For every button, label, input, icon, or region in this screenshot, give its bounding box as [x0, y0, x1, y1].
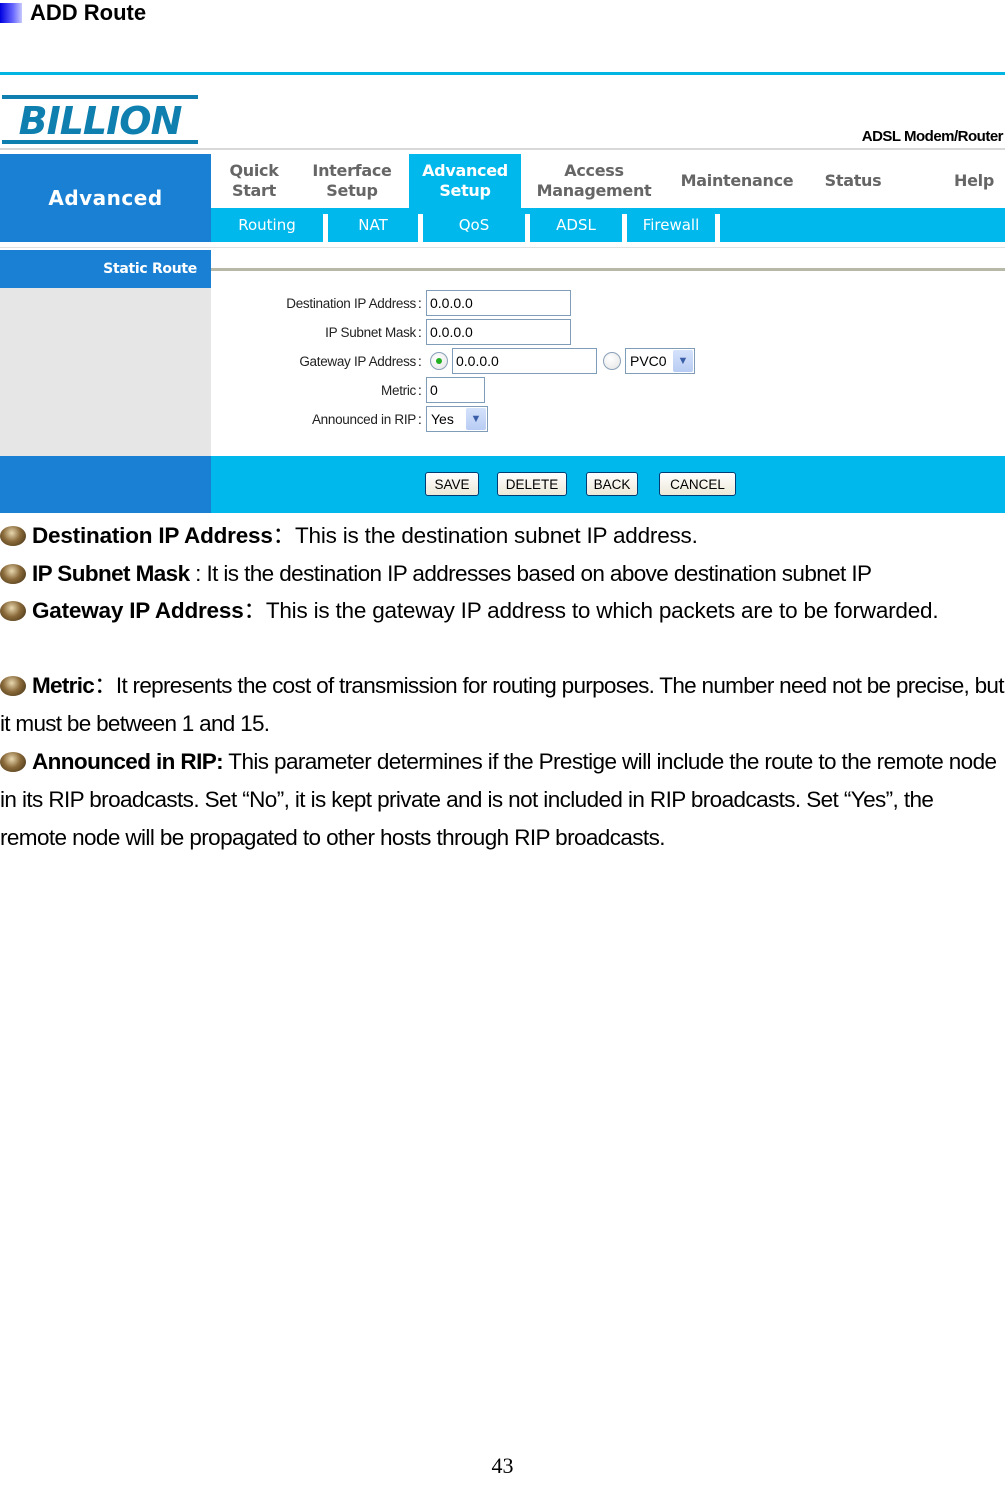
- metric-input[interactable]: 0: [426, 377, 485, 403]
- desc-destination-ip: Destination IP Address：This is the desti…: [0, 517, 1005, 555]
- announced-rip-value: Yes: [431, 411, 454, 427]
- delete-button[interactable]: DELETE: [497, 472, 567, 496]
- subnet-mask-input[interactable]: 0.0.0.0: [426, 319, 571, 345]
- header-row: BILLION ADSL Modem/Router: [0, 90, 1005, 150]
- desc-term: Metric: [32, 673, 95, 698]
- menu-help[interactable]: Help: [941, 154, 1005, 208]
- billion-logo: BILLION: [2, 95, 198, 144]
- desc-gateway-ip: Gateway IP Address：This is the gateway I…: [0, 592, 1005, 630]
- gateway-pvc-value: PVC0: [630, 353, 667, 369]
- static-route-form: Destination IP Address: 0.0.0.0 IP Subne…: [211, 290, 1005, 456]
- announced-rip-label: Announced in RIP: [311, 411, 416, 427]
- gateway-ip-input[interactable]: 0.0.0.0: [452, 348, 597, 374]
- gateway-ip-label: Gateway IP Address: [299, 353, 416, 369]
- chevron-down-icon: ▼: [673, 350, 693, 372]
- announced-rip-select[interactable]: Yes ▼: [426, 406, 488, 432]
- bullet-icon: [0, 526, 26, 546]
- sidebar-background: [0, 288, 211, 456]
- section-title-text: ADD Route: [30, 0, 147, 25]
- svg-text:BILLION: BILLION: [19, 99, 182, 143]
- submenu-nat[interactable]: NAT: [328, 208, 418, 242]
- submenu-adsl[interactable]: ADSL: [530, 208, 622, 242]
- desc-term: Announced in RIP:: [32, 749, 224, 774]
- metric-label: Metric: [381, 382, 416, 398]
- desc-text: It represents the cost of transmission f…: [0, 673, 1005, 736]
- section-title: ADD Route: [0, 0, 146, 26]
- desc-text: It is the destination IP addresses based…: [206, 561, 872, 586]
- bullet-icon: [0, 676, 26, 696]
- menu-advanced-setup[interactable]: Advanced Setup: [409, 154, 521, 208]
- cancel-button[interactable]: CANCEL: [659, 472, 736, 496]
- sub-menu: Routing NAT QoS ADSL Firewall: [211, 208, 1005, 242]
- main-menu: Quick Start Interface Setup Advanced Setup …: [211, 154, 1005, 208]
- save-button[interactable]: SAVE: [425, 472, 479, 496]
- submenu-qos[interactable]: QoS: [423, 208, 525, 242]
- menu-underline: [0, 242, 1005, 248]
- submenu-firewall[interactable]: Firewall: [627, 208, 715, 242]
- page-number: 43: [491, 1453, 514, 1478]
- desc-text: This is the destination subnet IP addres…: [294, 523, 698, 548]
- row-destination-ip: Destination IP Address: 0.0.0.0: [211, 290, 1005, 316]
- menu-status[interactable]: Status: [811, 154, 895, 208]
- menu-access-management[interactable]: Access Management: [529, 154, 659, 208]
- gateway-pvc-radio[interactable]: [603, 352, 621, 370]
- product-name: ADSL Modem/Router: [861, 128, 1004, 145]
- row-metric: Metric: 0: [211, 377, 1005, 403]
- desc-term: IP Subnet Mask: [32, 561, 190, 586]
- back-button[interactable]: BACK: [586, 472, 638, 496]
- bullet-icon: [0, 564, 26, 584]
- desc-subnet-mask: IP Subnet Mask : It is the destination I…: [0, 555, 1005, 593]
- desc-text: This is the gateway IP address to which …: [265, 598, 939, 623]
- submenu-separator: [715, 214, 720, 242]
- menu-maintenance[interactable]: Maintenance: [677, 154, 797, 208]
- row-announced-rip: Announced in RIP: Yes ▼: [211, 406, 1005, 432]
- submenu-routing[interactable]: Routing: [211, 208, 323, 242]
- subnet-mask-label: IP Subnet Mask: [325, 324, 416, 340]
- row-subnet-mask: IP Subnet Mask: 0.0.0.0: [211, 319, 1005, 345]
- gateway-ip-radio[interactable]: [430, 352, 448, 370]
- side-page-label[interactable]: Static Route: [0, 250, 211, 288]
- desc-term: Gateway IP Address: [32, 598, 244, 623]
- menu-quick-start[interactable]: Quick Start: [211, 154, 297, 208]
- desc-metric: Metric：It represents the cost of transmi…: [0, 673, 1005, 736]
- router-screenshot: BILLION ADSL Modem/Router Advanced Quick…: [0, 90, 1005, 513]
- side-section-label: Advanced: [0, 154, 211, 242]
- row-gateway-ip: Gateway IP Address: 0.0.0.0 PVC0 ▼: [211, 348, 1005, 374]
- section-square-icon: [0, 3, 22, 23]
- desc-announced-rip: Announced in RIP: This parameter determi…: [0, 743, 1005, 857]
- bullet-icon: [0, 601, 26, 621]
- destination-ip-label: Destination IP Address: [286, 295, 416, 311]
- chevron-down-icon: ▼: [466, 408, 486, 430]
- destination-ip-input[interactable]: 0.0.0.0: [426, 290, 571, 316]
- content-divider: [211, 268, 1005, 271]
- desc-term: Destination IP Address: [32, 523, 273, 548]
- button-bar: SAVE DELETE BACK CANCEL: [211, 456, 1005, 513]
- top-divider: [0, 72, 1005, 75]
- menu-interface-setup[interactable]: Interface Setup: [301, 154, 403, 208]
- gateway-pvc-select[interactable]: PVC0 ▼: [625, 348, 695, 374]
- bullet-icon: [0, 752, 26, 772]
- button-bar-side: [0, 456, 211, 513]
